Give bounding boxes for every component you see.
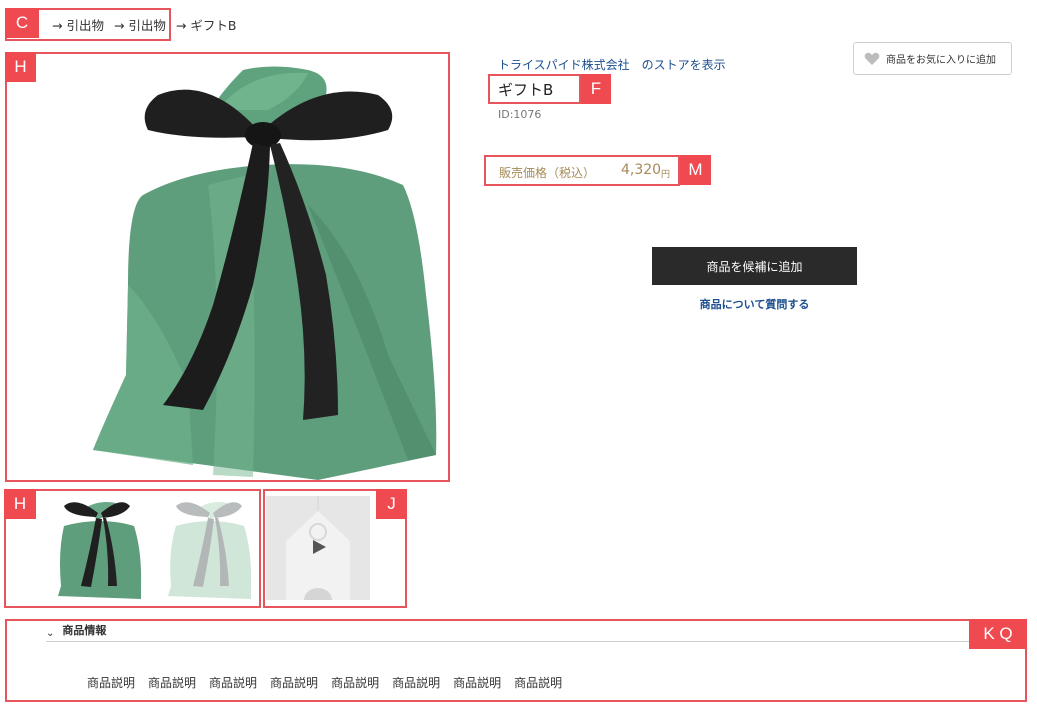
annotation-box-h-main: [5, 52, 450, 482]
annotation-tag-kq: K Q: [969, 619, 1027, 649]
add-to-candidates-label: 商品を候補に追加: [706, 259, 803, 274]
annotation-tag-h-main: H: [5, 52, 36, 82]
store-link[interactable]: トライスパイド株式会社 のストアを表示: [498, 56, 726, 73]
annotation-box-m: [484, 155, 680, 186]
annotation-tag-h-thumbs: H: [4, 489, 36, 519]
ask-question-link[interactable]: 商品について質問する: [652, 296, 857, 312]
annotation-tag-j: J: [376, 489, 407, 519]
product-id: ID:1076: [498, 108, 542, 121]
annotation-tag-c: C: [5, 8, 39, 38]
annotation-tag-m: M: [680, 155, 711, 185]
heart-icon: [864, 52, 880, 65]
add-to-favorites-button[interactable]: 商品をお気に入りに追加: [853, 42, 1012, 75]
add-to-candidates-button[interactable]: 商品を候補に追加: [652, 247, 857, 285]
breadcrumb-current: → ギフトB: [175, 18, 237, 33]
annotation-box-kq: [5, 619, 1027, 702]
annotation-tag-f: F: [581, 74, 611, 104]
add-to-favorites-label: 商品をお気に入りに追加: [886, 55, 996, 66]
annotation-box-f: [488, 74, 581, 104]
annotation-box-h-thumbs: [4, 489, 261, 608]
